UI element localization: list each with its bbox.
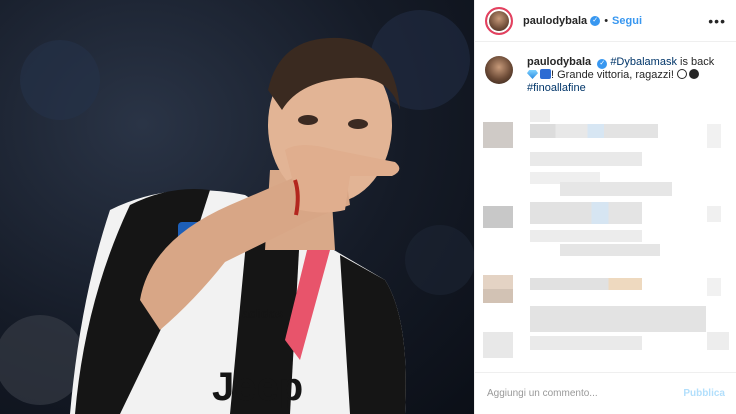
blue-square-emoji-icon <box>540 69 551 79</box>
gem-emoji-icon <box>527 70 538 79</box>
comment-bar: Pubblica <box>475 372 736 414</box>
comment-avatar-blurred <box>483 206 513 228</box>
comment-like-blurred <box>707 278 721 296</box>
publish-button[interactable]: Pubblica <box>683 388 725 399</box>
jersey-brand-text: adidas <box>242 306 283 321</box>
verified-badge-icon: ✓ <box>597 58 608 69</box>
comment-text-blurred <box>530 124 658 138</box>
comment-meta-blurred <box>530 230 642 242</box>
comment-like-blurred <box>707 124 721 148</box>
hashtag-link[interactable]: #Dybalamask <box>610 56 677 68</box>
comment-avatar-blurred <box>483 275 513 303</box>
comment-text-blurred <box>560 244 660 256</box>
black-circle-emoji-icon <box>688 69 699 79</box>
comment-like-blurred <box>707 332 729 350</box>
comment-text-blurred <box>530 110 550 122</box>
comment-like-blurred <box>707 206 721 222</box>
comment-text-blurred <box>530 202 642 224</box>
comment-text-blurred <box>530 306 706 332</box>
hashtag-link[interactable]: #finoallafine <box>527 82 586 94</box>
comment-text-blurred <box>530 336 642 350</box>
caption-username[interactable]: paulodybala <box>527 56 591 68</box>
caption-avatar[interactable] <box>485 56 513 84</box>
header-separator: • <box>604 14 609 27</box>
more-options-icon[interactable]: ••• <box>708 13 726 29</box>
post-photo[interactable]: Jeep adidas <box>0 0 474 414</box>
post-sidebar: paulodybala ✓ • Segui ••• paulodybala ✓ … <box>474 0 736 414</box>
comment-avatar-blurred <box>483 332 513 358</box>
avatar[interactable] <box>485 6 513 35</box>
comment-input[interactable] <box>487 388 684 399</box>
post-caption: paulodybala ✓ #Dybalamask is back ! Gran… <box>475 42 736 95</box>
header-username[interactable]: paulodybala <box>523 15 587 27</box>
caption-fragment: ! Grande vittoria, ragazzi! <box>551 69 674 81</box>
player-illustration: Jeep adidas <box>0 10 474 414</box>
comment-text-blurred <box>560 182 672 196</box>
comment-text-blurred <box>530 278 642 290</box>
verified-badge-icon: ✓ <box>590 15 601 26</box>
caption-text: paulodybala ✓ #Dybalamask is back ! Gran… <box>527 56 722 95</box>
jersey-sponsor-text: Jeep <box>212 365 303 409</box>
comment-avatar-blurred <box>483 122 513 148</box>
post-header: paulodybala ✓ • Segui ••• <box>475 0 736 42</box>
white-circle-emoji-icon <box>676 69 687 79</box>
comment-text-blurred <box>530 152 642 166</box>
comments-list-blurred <box>475 110 736 370</box>
follow-button[interactable]: Segui <box>612 15 642 27</box>
caption-fragment: is back <box>680 56 715 68</box>
